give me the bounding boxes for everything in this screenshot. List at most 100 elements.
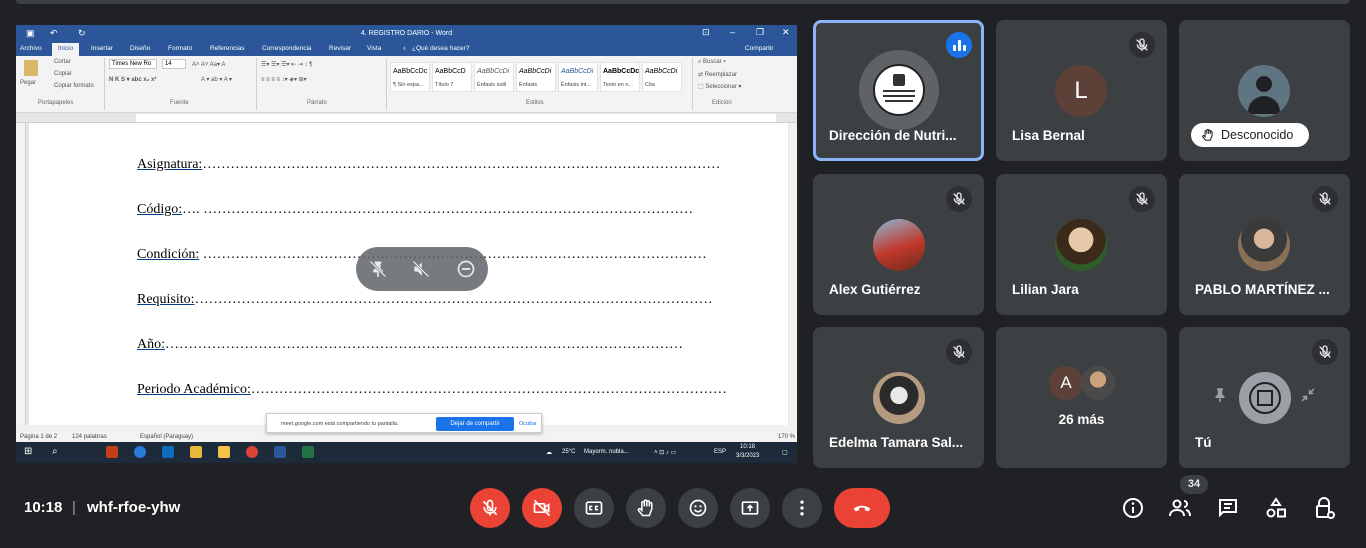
divider <box>386 58 387 110</box>
present-button[interactable] <box>730 488 770 528</box>
chat-icon[interactable] <box>1216 496 1240 520</box>
participant-tile-alex[interactable]: Alex Gutiérrez <box>813 174 984 315</box>
font-color-icons: A ▾ ab ▾ A ▾ <box>201 77 233 83</box>
institution-logo <box>873 64 925 116</box>
leave-call-button[interactable] <box>834 488 890 528</box>
participant-name: Desconocido <box>1221 128 1294 142</box>
style-no-spacing: AaBbCcDc ¶ Sin espa... <box>390 62 430 92</box>
reactions-button[interactable] <box>678 488 718 528</box>
avatar <box>859 50 939 130</box>
keyboard-lang: ESP <box>714 449 727 455</box>
share-message: meet.google.com está compartiendo tu pan… <box>281 421 399 427</box>
word-statusbar: Página 1 de 2 124 palabras Español (Para… <box>16 432 797 442</box>
vertical-scrollbar <box>789 123 797 425</box>
edge-icon <box>134 446 146 458</box>
divider <box>256 58 257 110</box>
cut-label: Cortar <box>54 59 71 65</box>
raise-hand-button[interactable] <box>626 488 666 528</box>
close-icon: ✕ <box>782 27 790 37</box>
ribbon-options-icon: ⊡ <box>702 27 710 37</box>
divider <box>104 58 105 110</box>
format-painter-label: Copiar formato <box>54 83 94 89</box>
participant-name: Edelma Tamara Sal... <box>829 435 964 450</box>
participant-name: Lilian Jara <box>1012 282 1079 297</box>
group-editing: Edición <box>712 100 732 106</box>
more-options-button[interactable] <box>782 488 822 528</box>
zoom-level: 170 % <box>778 434 796 440</box>
more-participants-tile[interactable]: A 26 más <box>996 327 1167 468</box>
captions-button[interactable] <box>574 488 614 528</box>
participant-tile-direccion[interactable]: Dirección de Nutri... <box>813 20 984 161</box>
format-buttons: N K S ▾ abc x₂ x² <box>109 77 157 83</box>
default-avatar-icon <box>1238 65 1290 117</box>
camera-toggle-button[interactable] <box>522 488 562 528</box>
windows-taskbar: ⊞ ⌕ ☁ 25°C Mayorm. nubla... ˄ ⊡ ♪ ▭ ESP … <box>16 442 797 463</box>
tab-revisar: Revisar <box>329 45 352 52</box>
style-subtle-emphasis: AaBbCcDi Énfasis sutil <box>474 62 514 92</box>
mic-toggle-button[interactable] <box>470 488 510 528</box>
word-title: 4. REGISTRO DARIO - Word <box>360 30 453 37</box>
participant-tile-desconocido[interactable]: Desconocido <box>1179 20 1350 161</box>
participant-name: Lisa Bernal <box>1012 128 1085 143</box>
word-ribbon: Pegar Cortar Copiar Copiar formato Porta… <box>16 56 797 113</box>
doc-line-periodo: Periodo Académico:…………………………………………………………… <box>137 382 727 397</box>
participant-tile-pablo[interactable]: PABLO MARTÍNEZ ... <box>1179 174 1350 315</box>
participant-name: Dirección de Nutri... <box>829 128 957 143</box>
avatar <box>1239 372 1291 424</box>
taskbar-time: 10:18 <box>740 444 756 450</box>
tab-formato: Formato <box>168 45 193 52</box>
time-divider: | <box>72 499 76 516</box>
find-label: ⌕ Buscar ▾ <box>698 59 726 65</box>
meeting-code: whf-rfoe-yhw <box>87 499 181 516</box>
hand-icon <box>637 499 653 517</box>
weather-temp: 25°C <box>562 449 576 455</box>
group-font: Fuente <box>170 100 189 106</box>
word-titlebar: ▣ ↶ ↻ 4. REGISTRO DARIO - Word ⊡ – ❐ ✕ <box>16 25 797 42</box>
paste-icon <box>24 60 38 76</box>
mail-icon <box>162 446 174 458</box>
participant-tile-edelma[interactable]: Edelma Tamara Sal... <box>813 327 984 468</box>
mic-off-icon <box>1129 186 1155 212</box>
info-icon[interactable] <box>1121 496 1145 520</box>
group-styles: Estilos <box>526 100 544 106</box>
meeting-time: 10:18 <box>24 499 63 516</box>
minimize-icon: – <box>730 27 736 37</box>
emoji-icon <box>689 499 707 517</box>
tab-insertar: Insertar <box>91 45 114 52</box>
people-icon[interactable] <box>1168 496 1192 520</box>
pin-icon <box>1215 388 1225 403</box>
divider <box>692 58 693 110</box>
taskbar-date: 3/3/2023 <box>736 453 760 459</box>
present-icon <box>741 501 759 515</box>
more-count: 26 más <box>1058 412 1105 427</box>
participant-tile-lilian[interactable]: Lilian Jara <box>996 174 1167 315</box>
tab-inicio: Inicio <box>52 43 80 56</box>
font-size-box: 14 <box>162 59 186 69</box>
doc-line-asignatura: Asignatura:……………………………………………………………………………… <box>137 157 721 172</box>
speaking-indicator-icon <box>946 32 972 58</box>
participant-count-badge: 34 <box>1180 475 1208 494</box>
volume-off-icon <box>412 260 430 278</box>
participant-tile-lisa[interactable]: L Lisa Bernal <box>996 20 1167 161</box>
tab-referencias: Referencias <box>210 45 245 52</box>
sticky-notes-icon <box>218 446 230 458</box>
list-icons: ☰▾ ☰▾ ☰▾ ⇤ ⇥ ↕ ¶ <box>261 62 313 68</box>
shared-screen: ▣ ↶ ↻ 4. REGISTRO DARIO - Word ⊡ – ❐ ✕ A… <box>16 25 797 463</box>
host-controls-icon[interactable] <box>1312 496 1336 520</box>
remove-icon <box>457 260 475 278</box>
avatar: L <box>1055 65 1107 117</box>
share-notice: meet.google.com está compartiendo tu pan… <box>266 413 542 433</box>
powerpoint-icon <box>106 446 118 458</box>
tab-diseno: Diseño <box>130 45 151 52</box>
tab-vista: Vista <box>367 45 382 52</box>
avatar <box>873 219 925 271</box>
activities-icon[interactable] <box>1264 496 1288 520</box>
captions-icon <box>585 501 603 515</box>
font-grow-icon: A˄ A˅ Aa▾ A <box>192 62 226 68</box>
unknown-badge: Desconocido <box>1191 123 1309 147</box>
tray-icons: ˄ ⊡ ♪ ▭ <box>654 450 677 456</box>
align-icons: ≡ ≡ ≡ ≡ ↕▾ ◈▾ ⊞▾ <box>261 77 307 83</box>
style-strong: AaBbCcDc Texto en n... <box>600 62 640 92</box>
self-tile[interactable]: Tú <box>1179 327 1350 468</box>
tab-correspondencia: Correspondencia <box>262 45 312 52</box>
